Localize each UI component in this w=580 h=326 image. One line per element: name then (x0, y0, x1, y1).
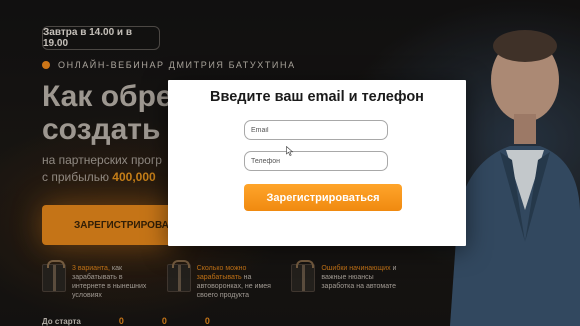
cursor-icon (286, 146, 294, 156)
register-button[interactable]: Зарегистрироваться (244, 184, 402, 211)
email-field[interactable] (244, 120, 388, 140)
modal-title: Введите ваш email и телефон (210, 89, 424, 105)
registration-modal: Введите ваш email и телефон Зарегистриро… (168, 80, 466, 246)
phone-field[interactable] (244, 151, 388, 171)
